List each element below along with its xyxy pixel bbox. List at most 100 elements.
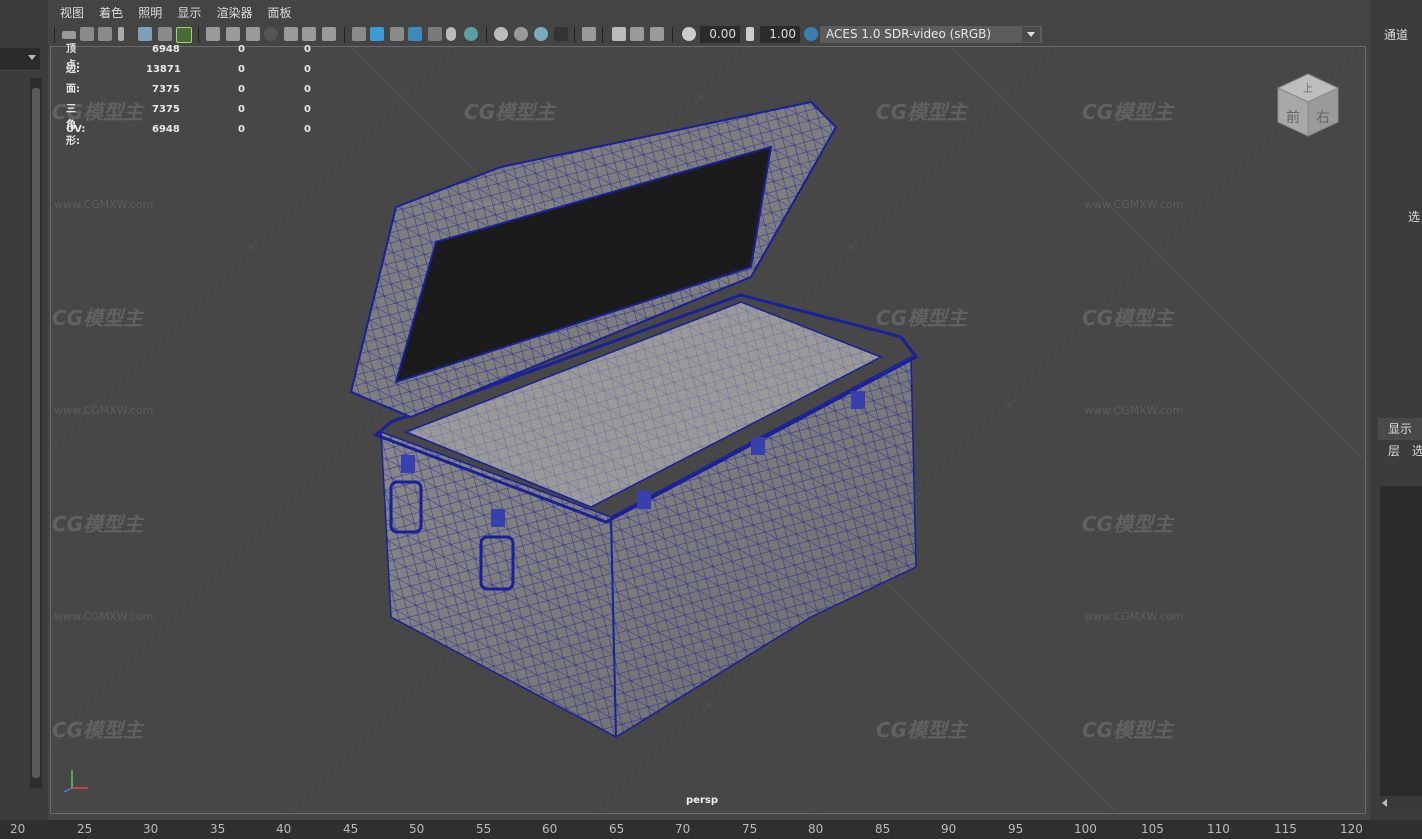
left-panel-scrollbar[interactable] bbox=[30, 78, 42, 788]
default-material-icon[interactable] bbox=[390, 27, 404, 41]
axis-gizmo-icon bbox=[63, 770, 88, 793]
watermark-logo: CG模型主 bbox=[1082, 306, 1174, 330]
options-menu[interactable]: 选 bbox=[1412, 442, 1422, 459]
shadows-icon[interactable] bbox=[464, 27, 478, 41]
gamma-field[interactable]: 1.00 bbox=[760, 26, 800, 43]
menu-renderer[interactable]: 渲染器 bbox=[216, 0, 252, 26]
scroll-left-button[interactable] bbox=[1380, 796, 1422, 810]
watermark-logo: CG模型主 bbox=[1082, 100, 1174, 124]
toolbar-separator bbox=[344, 27, 345, 43]
safe-title-icon[interactable] bbox=[322, 27, 336, 41]
hud-value: 0 bbox=[304, 124, 311, 135]
lights-icon[interactable] bbox=[446, 27, 456, 41]
watermark-logo: CG模型主 bbox=[1082, 512, 1174, 536]
screen-space-ao-icon[interactable] bbox=[494, 27, 508, 41]
hud-value: 0 bbox=[238, 84, 245, 95]
watermark-url: www.CGMXW.com bbox=[54, 198, 154, 211]
toolbar-separator bbox=[54, 27, 55, 43]
menu-panels[interactable]: 面板 bbox=[268, 0, 292, 26]
grease-pencil-icon[interactable] bbox=[176, 27, 192, 43]
timeline-tick-label: 60 bbox=[542, 822, 558, 836]
hud-value: 6948 bbox=[152, 124, 180, 135]
timeline-tick-label: 70 bbox=[675, 822, 691, 836]
hud-label: 边: bbox=[66, 64, 80, 75]
view-cube[interactable]: 上 前 右 bbox=[1276, 72, 1340, 142]
hud-value: 7375 bbox=[152, 84, 180, 95]
time-slider[interactable]: 20 25 30 35 40 45 50 55 60 65 70 75 80 8… bbox=[0, 820, 1422, 839]
view-cube-icon[interactable]: 上 前 右 bbox=[1276, 72, 1340, 138]
color-management-select[interactable]: ACES 1.0 SDR-video (sRGB) bbox=[820, 26, 1042, 43]
motion-blur-icon[interactable] bbox=[514, 27, 528, 41]
watermark-logo: CG模型主 bbox=[1082, 718, 1174, 742]
timeline-tick-label: 105 bbox=[1141, 822, 1164, 836]
depth-of-field-icon[interactable] bbox=[554, 27, 568, 41]
channels-menu[interactable]: 通道 bbox=[1384, 26, 1408, 43]
smooth-shade-icon[interactable] bbox=[370, 27, 384, 41]
cooler-box-model[interactable] bbox=[349, 100, 919, 738]
menu-shading[interactable]: 着色 bbox=[99, 0, 123, 26]
layers-menu[interactable]: 层 bbox=[1388, 442, 1400, 459]
menu-view[interactable]: 视图 bbox=[60, 0, 84, 26]
watermark-logo: CG模型主 bbox=[464, 100, 556, 124]
timeline-tick-label: 40 bbox=[276, 822, 292, 836]
watermark-logo: CG模型主 bbox=[52, 718, 144, 742]
film-gate-icon[interactable] bbox=[226, 27, 240, 41]
left-panel-dropdown[interactable] bbox=[0, 48, 40, 69]
channel-box-panel: 通道 选 显示 层 选 bbox=[1370, 0, 1422, 820]
layer-list[interactable] bbox=[1380, 486, 1422, 798]
field-chart-icon[interactable] bbox=[284, 27, 298, 41]
hud-value: 7375 bbox=[152, 104, 180, 115]
view-cube-top-label: 上 bbox=[1303, 83, 1313, 95]
timeline-tick-label: 85 bbox=[875, 822, 891, 836]
exposure-icon[interactable] bbox=[682, 27, 696, 41]
image-plane-icon[interactable] bbox=[138, 27, 152, 41]
toolbar-separator bbox=[198, 27, 199, 43]
menu-lighting[interactable]: 照明 bbox=[138, 0, 162, 26]
toolbar-separator bbox=[574, 27, 575, 43]
tab-display[interactable]: 显示 bbox=[1378, 418, 1422, 440]
camera-attributes-icon[interactable] bbox=[98, 27, 112, 41]
toolbar-separator bbox=[486, 27, 487, 43]
2d-pan-zoom-icon[interactable] bbox=[158, 27, 172, 41]
resolution-gate-icon[interactable] bbox=[246, 27, 260, 41]
gate-mask-icon[interactable] bbox=[264, 27, 278, 41]
watermark-logo: CG模型主 bbox=[52, 306, 144, 330]
menu-show[interactable]: 显示 bbox=[177, 0, 201, 26]
hud-value: 0 bbox=[304, 104, 311, 115]
timeline-tick-label: 45 bbox=[343, 822, 359, 836]
lock-camera-icon[interactable] bbox=[80, 27, 94, 41]
3d-viewport[interactable] bbox=[50, 46, 1367, 815]
watermark-url: www.CGMXW.com bbox=[54, 404, 154, 417]
watermark-url: www.CGMXW.com bbox=[1084, 198, 1184, 211]
toolbar-separator bbox=[602, 27, 603, 43]
timeline-tick-label: 120 bbox=[1340, 822, 1363, 836]
view-cube-front-label: 前 bbox=[1286, 109, 1300, 126]
hud-value: 0 bbox=[304, 84, 311, 95]
timeline-tick-label: 25 bbox=[77, 822, 93, 836]
xray-icon[interactable] bbox=[612, 27, 626, 41]
textured-icon[interactable] bbox=[428, 27, 442, 41]
wireframe-on-shaded-icon[interactable] bbox=[408, 27, 422, 41]
exposure-field[interactable]: 0.00 bbox=[700, 26, 740, 43]
grid-icon[interactable] bbox=[206, 27, 220, 41]
camera-icon[interactable] bbox=[62, 31, 76, 39]
chevron-down-icon[interactable] bbox=[1022, 27, 1040, 42]
bookmark-icon[interactable] bbox=[118, 27, 124, 41]
hud-value: 6948 bbox=[152, 44, 180, 55]
panel-menubar: 视图 着色 照明 显示 渲染器 面板 bbox=[50, 0, 1368, 24]
multisample-aa-icon[interactable] bbox=[534, 27, 548, 41]
timeline-tick-label: 35 bbox=[210, 822, 226, 836]
wireframe-icon[interactable] bbox=[352, 27, 366, 41]
xray-joints-icon[interactable] bbox=[630, 27, 644, 41]
scrollbar-thumb[interactable] bbox=[32, 88, 40, 778]
chevron-down-icon bbox=[28, 55, 36, 60]
backface-culling-icon[interactable] bbox=[650, 27, 664, 41]
gamma-icon[interactable] bbox=[746, 27, 754, 41]
isolate-select-icon[interactable] bbox=[582, 27, 596, 41]
hud-value: 0 bbox=[238, 124, 245, 135]
safe-action-icon[interactable] bbox=[302, 27, 316, 41]
watermark-logo: CG模型主 bbox=[876, 100, 968, 124]
timeline-tick-label: 75 bbox=[742, 822, 758, 836]
view-transform-icon[interactable] bbox=[804, 27, 818, 41]
timeline-tick-label: 90 bbox=[941, 822, 957, 836]
